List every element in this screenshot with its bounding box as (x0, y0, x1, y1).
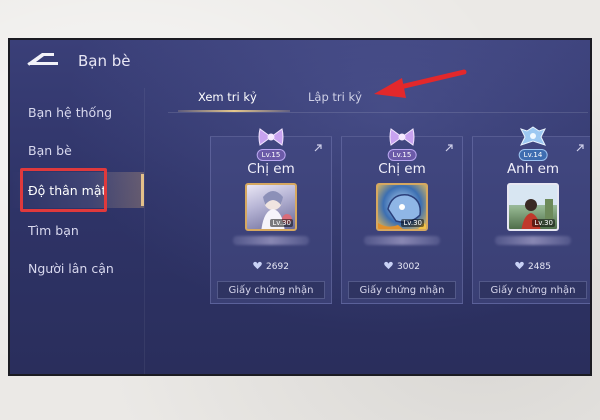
score-value: 3002 (397, 262, 420, 272)
certificate-button[interactable]: Giấy chứng nhận (348, 281, 456, 299)
back-button[interactable] (24, 51, 64, 71)
header: Bạn bè (24, 50, 131, 72)
sidebar-item-label: Tìm bạn (28, 222, 79, 238)
score-value: 2485 (528, 262, 551, 272)
sidebar: Bạn hệ thống Bạn bè Độ thân mật Tìm bạn … (10, 88, 144, 374)
avatar: Lv.30 (376, 183, 428, 231)
relation-type: Chị em (378, 161, 426, 177)
intimacy-score: 2692 (211, 261, 331, 272)
blurred-player-name (495, 236, 571, 245)
sidebar-item-label: Bạn hệ thống (28, 104, 113, 120)
sidebar-item-nearby[interactable]: Người lân cận (10, 250, 144, 286)
avatar: Lv.30 (245, 183, 297, 231)
sidebar-item-label: Bạn bè (28, 142, 72, 158)
relation-type: Chị em (247, 161, 295, 177)
relation-level-badge: Lv.15 (256, 149, 286, 161)
relation-level-badge: Lv.14 (518, 149, 548, 161)
bow-badge-icon (388, 125, 416, 149)
page-title: Bạn bè (78, 52, 131, 70)
blurred-player-name (364, 236, 440, 245)
avatar-level: Lv.30 (532, 219, 555, 227)
tab-make-soulmate[interactable]: Lập tri kỷ (308, 90, 362, 104)
bow-badge-icon (257, 125, 285, 149)
relation-type: Anh em (506, 161, 560, 177)
sidebar-item-intimacy[interactable]: Độ thân mật (10, 172, 144, 208)
certificate-button[interactable]: Giấy chứng nhận (217, 281, 325, 299)
avatar-level: Lv.30 (270, 219, 293, 227)
tab-view-soulmate[interactable]: Xem tri kỷ (198, 90, 257, 104)
avatar-level: Lv.30 (401, 219, 424, 227)
expand-icon[interactable] (575, 143, 585, 153)
intimacy-score: 3002 (342, 261, 462, 272)
sidebar-item-label: Độ thân mật (28, 182, 107, 198)
tab-divider (168, 112, 588, 113)
game-screen: Bạn bè Bạn hệ thống Bạn bè Độ thân mật T… (8, 38, 592, 376)
expand-icon[interactable] (313, 143, 323, 153)
heart-icon (384, 261, 393, 270)
soulmate-card[interactable]: Lv.14 Anh em Lv.30 2485 Giấy chứng nhận (472, 126, 590, 304)
sidebar-item-label: Người lân cận (28, 260, 114, 276)
annotation-arrow-icon (374, 69, 467, 98)
sidebar-divider (144, 88, 145, 374)
sidebar-item-find-friends[interactable]: Tìm bạn (10, 212, 144, 248)
expand-icon[interactable] (444, 143, 454, 153)
relation-level-badge: Lv.15 (387, 149, 417, 161)
soulmate-card[interactable]: Lv.15 Chị em Lv.30 3002 Giấy chứng nhận (341, 128, 463, 304)
sidebar-item-system-friends[interactable]: Bạn hệ thống (10, 94, 144, 130)
soulmate-card[interactable]: Lv.15 Chị em Lv.30 2692 Giấy chứng nhận (210, 128, 332, 304)
back-arrow-icon (27, 53, 58, 66)
avatar: Lv.30 (507, 183, 559, 231)
heart-icon (515, 261, 524, 270)
crest-badge-icon (519, 125, 547, 149)
score-value: 2692 (266, 262, 289, 272)
blurred-player-name (233, 236, 309, 245)
intimacy-score: 2485 (473, 261, 590, 272)
certificate-button[interactable]: Giấy chứng nhận (479, 281, 587, 299)
heart-icon (253, 261, 262, 270)
sidebar-item-friends[interactable]: Bạn bè (10, 132, 144, 168)
